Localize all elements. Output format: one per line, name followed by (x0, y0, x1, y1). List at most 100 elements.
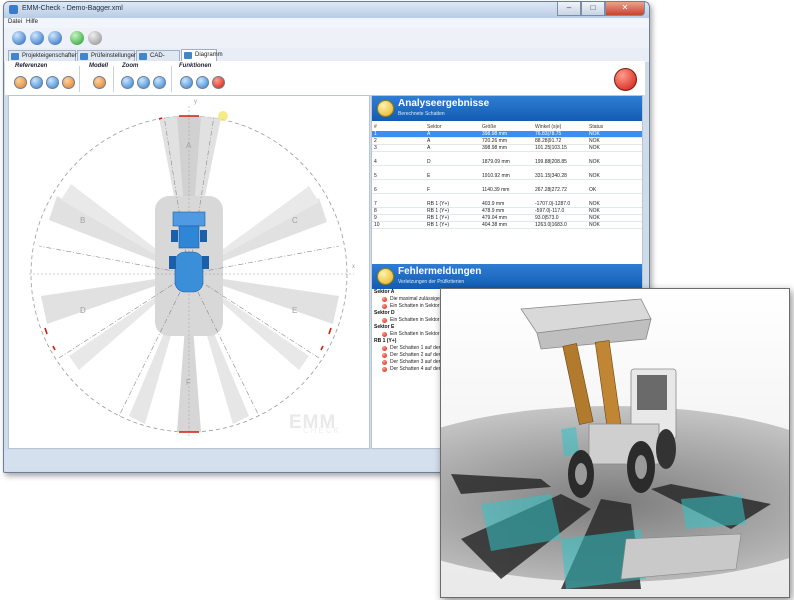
emm-check-logo: EMM CHECK (289, 413, 341, 435)
function-button-3[interactable] (212, 76, 225, 89)
table-cell-sektor: D (427, 159, 431, 165)
sector-label-c: C (292, 216, 298, 225)
error-text: Der Schatten 2 auf der (390, 352, 441, 358)
tab-icon (11, 53, 19, 60)
table-row[interactable]: 1 A 398.98 mm 76.83|78.75 NOK (372, 131, 642, 138)
3d-scene (441, 289, 789, 597)
table-cell-sektor: A (427, 131, 431, 137)
function-button-1[interactable] (180, 76, 193, 89)
table-cell-status: NOK (589, 131, 600, 137)
close-button[interactable]: ✕ (605, 2, 645, 16)
diagram-view[interactable]: A B C D E F y x EMM CHECK (8, 95, 370, 449)
error-item[interactable]: Der Schatten 2 auf der (382, 352, 440, 359)
zoom-out-button[interactable] (137, 76, 150, 89)
table-cell-sektor: E (427, 173, 431, 179)
column-header: Winkel (s|e) (535, 124, 562, 130)
table-cell-status: NOK (589, 145, 600, 151)
table-row[interactable]: 4 D 1879.09 mm 199.88|208.85 NOK (372, 159, 642, 166)
table-cell-status: OK (589, 187, 597, 193)
tab-bar: Projekteigenschaften Prüfeinstellungen C… (4, 48, 649, 70)
table-cell-sektor: RB 1 (Y+) (427, 215, 450, 221)
sector-label-f: F (186, 378, 191, 387)
open-icon[interactable] (30, 31, 44, 45)
table-cell-status: NOK (589, 138, 600, 144)
error-item[interactable]: Ein Schatten in Sektor E (382, 331, 444, 338)
error-item[interactable]: Die maximal zulässige A (382, 296, 444, 303)
table-cell-winkel: -1707.0|-1287.0 (535, 201, 571, 207)
tab-icon (139, 53, 147, 60)
tab-projekteigenschaften[interactable]: Projekteigenschaften (8, 50, 79, 61)
column-header: Status (589, 124, 604, 130)
table-row[interactable]: 7 RB 1 (Y+) 403.9 mm -1707.0|-1287.0 NOK (372, 201, 642, 208)
sector-label-a: A (186, 141, 192, 150)
reference-button-1[interactable] (14, 76, 27, 89)
table-cell-winkel: 199.88|208.85 (535, 159, 567, 165)
window-controls: – □ ✕ (557, 2, 645, 16)
save-icon[interactable] (48, 31, 62, 45)
table-row[interactable]: 8 RB 1 (Y+) 478.9 mm -597.0|-117.0 NOK (372, 208, 642, 215)
error-group[interactable]: RB 1 (Y+) (374, 338, 396, 345)
stop-icon[interactable] (88, 31, 102, 45)
tab-label: Projekteigenschaften (22, 53, 79, 59)
table-cell-groesse: 479.04 mm (482, 215, 508, 221)
table-header: # Sektor Größe Winkel (s|e) Status (372, 124, 642, 130)
zoom-in-button[interactable] (121, 76, 134, 89)
error-icon (382, 318, 387, 323)
menu-hilfe[interactable]: Hilfe (26, 19, 38, 25)
table-cell-winkel: 76.83|78.75 (535, 131, 562, 137)
reference-button-2[interactable] (30, 76, 43, 89)
table-cell-winkel: 101.25|103.15 (535, 145, 567, 151)
error-item[interactable]: Ein Schatten in Sektor A (382, 303, 444, 310)
new-icon[interactable] (12, 31, 26, 45)
menu-datei[interactable]: Datei (8, 19, 22, 25)
reference-button-3[interactable] (46, 76, 59, 89)
error-group[interactable]: Sektor E (374, 324, 394, 331)
play-icon[interactable] (70, 31, 84, 45)
table-cell-winkel: 267.28|272.72 (535, 187, 567, 193)
error-item[interactable]: Ein Schatten in Sektor D (382, 317, 444, 324)
errors-subtitle: Verletzungen der Prüfkriterien (398, 279, 465, 285)
sector-label-b: B (80, 216, 86, 225)
table-cell-sektor: RB 1 (Y+) (427, 222, 450, 228)
record-stop-icon[interactable] (614, 68, 637, 91)
table-row[interactable]: 3 A 398.98 mm 101.25|103.15 NOK (372, 145, 642, 152)
table-row[interactable]: 2 A 720.26 mm 88.28|91.72 NOK (372, 138, 642, 145)
tab-pruefeinstellungen[interactable]: Prüfeinstellungen (77, 50, 138, 61)
error-item[interactable]: Der Schatten 4 auf der (382, 366, 440, 373)
error-text: Der Schatten 4 auf der (390, 366, 441, 372)
table-cell-n: 7 (374, 201, 377, 207)
tab-icon (184, 52, 192, 59)
ribbon-separator (79, 66, 80, 92)
sector-label-d: D (80, 306, 86, 315)
tab-label: Prüfeinstellungen (91, 53, 138, 59)
table-row[interactable]: 5 E 1910.92 mm 331.15|340.28 NOK (372, 173, 642, 180)
error-text: Der Schatten 3 auf der (390, 359, 441, 365)
error-text: Ein Schatten in Sektor D (390, 317, 445, 323)
minimize-button[interactable]: – (557, 2, 581, 16)
error-text: Ein Schatten in Sektor E (390, 331, 445, 337)
ribbon: Referenzen Modell Zoom Funktionen (5, 61, 645, 95)
error-item[interactable]: Der Schatten 1 auf der (382, 345, 440, 352)
table-row[interactable]: 6 F 1140.39 mm 267.28|272.72 OK (372, 187, 642, 194)
model-button[interactable] (93, 76, 106, 89)
zoom-fit-button[interactable] (153, 76, 166, 89)
table-row[interactable]: 10 RB 1 (Y+) 404.38 mm 1263.0|1683.0 NOK (372, 222, 642, 229)
error-group[interactable]: Sektor D (374, 310, 395, 317)
table-cell-winkel: -597.0|-117.0 (535, 208, 565, 214)
error-icon (382, 367, 387, 372)
error-item[interactable]: Der Schatten 3 auf der (382, 359, 440, 366)
error-icon (382, 304, 387, 309)
window-title: EMM-Check - Demo-Bagger.xml (22, 5, 123, 12)
maximize-button[interactable]: □ (581, 2, 605, 16)
function-button-2[interactable] (196, 76, 209, 89)
highlight-marker (218, 111, 228, 121)
error-icon (382, 346, 387, 351)
ribbon-separator (171, 66, 172, 92)
tab-cad-modelle[interactable]: CAD-Modelle (136, 50, 180, 70)
error-icon (382, 353, 387, 358)
toolbar (4, 28, 649, 49)
table-row[interactable]: 9 RB 1 (Y+) 479.04 mm 93.0|573.0 NOK (372, 215, 642, 222)
3d-render-view[interactable] (440, 288, 790, 598)
reference-button-4[interactable] (62, 76, 75, 89)
error-group[interactable]: Sektor A (374, 289, 394, 296)
